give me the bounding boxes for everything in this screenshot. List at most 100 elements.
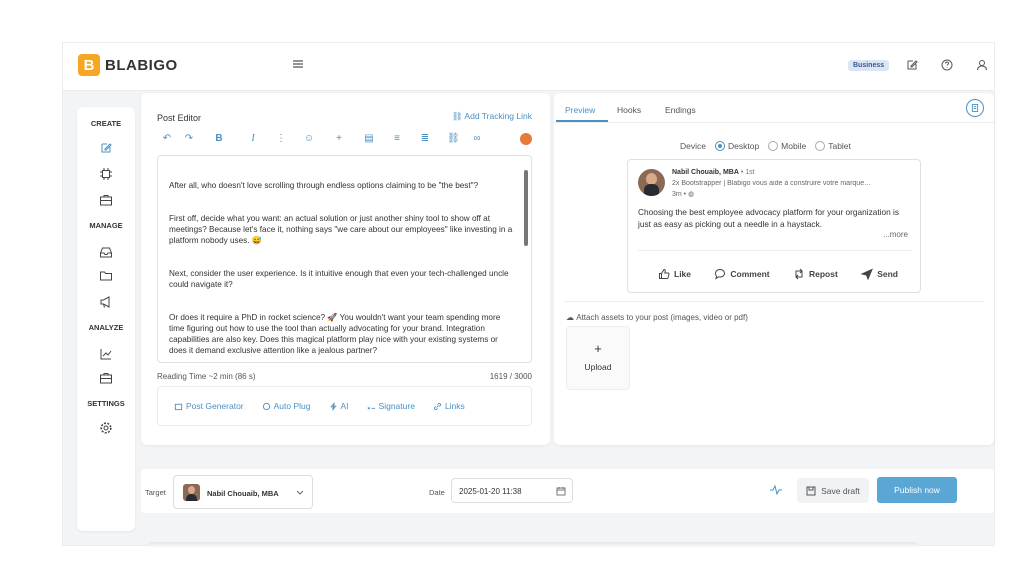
tool-label: Auto Plug xyxy=(273,401,311,411)
notes-icon[interactable] xyxy=(966,99,984,117)
undo-icon[interactable]: ↶ xyxy=(161,133,173,145)
editor-title: Post Editor xyxy=(157,113,202,123)
tab-preview[interactable]: Preview xyxy=(565,105,595,115)
target-value: Nabil Chouaib, MBA xyxy=(207,489,279,498)
avatar xyxy=(183,484,200,501)
app-window: B BLABIGO Business CREATE MANAGE ANALYZE… xyxy=(62,42,995,546)
italic-icon[interactable]: I xyxy=(247,133,259,145)
inbox-icon[interactable] xyxy=(99,245,113,259)
links-button[interactable]: Links xyxy=(433,401,465,411)
publish-now-button[interactable]: Publish now xyxy=(877,477,957,503)
auto-plug-button[interactable]: Auto Plug xyxy=(262,401,311,411)
chat-icon xyxy=(262,402,270,410)
briefcase-icon[interactable] xyxy=(99,371,113,385)
tab-endings[interactable]: Endings xyxy=(665,105,696,115)
post-content: After all, who doesn't love scrolling th… xyxy=(169,180,517,362)
logo[interactable]: B BLABIGO xyxy=(78,54,178,76)
menu-icon[interactable] xyxy=(291,57,305,71)
post-time: 3m • ◍ xyxy=(672,190,694,198)
radio-desktop[interactable] xyxy=(714,141,725,151)
preview-panel: Preview Hooks Endings Device Desktop Mob… xyxy=(554,93,994,445)
reading-time: Reading Time ~2 min (86 s) xyxy=(157,372,256,381)
device-option: Desktop xyxy=(727,141,760,151)
paragraph: After all, who doesn't love scrolling th… xyxy=(169,181,479,190)
date-input[interactable]: 2025-01-20 11:38 xyxy=(451,478,573,503)
avatar xyxy=(638,169,665,196)
link-icon[interactable]: ⛓ xyxy=(447,133,460,145)
divider xyxy=(564,301,984,302)
like-button[interactable]: Like xyxy=(658,268,691,280)
sidebar: CREATE MANAGE ANALYZE SETTINGS xyxy=(77,107,135,531)
add-tracking-link[interactable]: ⛓ Add Tracking Link xyxy=(452,111,532,122)
post-editor-panel: Post Editor ⛓ Add Tracking Link ↶ ↷ B I … xyxy=(141,93,550,445)
connection-degree: • 1st xyxy=(740,169,755,176)
logo-mark: B xyxy=(78,54,100,76)
counter-badge-icon[interactable] xyxy=(520,133,532,145)
help-icon[interactable] xyxy=(940,58,954,72)
ai-button[interactable]: AI xyxy=(329,401,349,411)
action-label: Like xyxy=(674,269,692,279)
send-button[interactable]: Send xyxy=(861,268,898,280)
link-icon xyxy=(433,402,441,410)
format-toolbar: ↶ ↷ B I ⋮ ☺ + ▤ ≡ ≣ ⛓ ∞ xyxy=(161,133,532,147)
plan-badge: Business xyxy=(848,60,890,71)
scrollbar[interactable] xyxy=(524,170,528,246)
bold-icon[interactable]: B xyxy=(213,133,225,145)
author-name: Nabil Chouaib, MBA xyxy=(672,169,739,176)
calendar-icon[interactable] xyxy=(556,486,566,496)
table-icon[interactable]: ▤ xyxy=(363,133,375,145)
post-generator-button[interactable]: Post Generator xyxy=(174,401,244,411)
add-icon[interactable]: + xyxy=(333,133,345,145)
emoji-icon[interactable]: ☺ xyxy=(303,133,315,145)
target-label: Target xyxy=(145,488,166,497)
folder-icon[interactable] xyxy=(99,269,113,283)
post-preview-card: Nabil Chouaib, MBA • 1st 2x Bootstrapper… xyxy=(627,159,921,293)
save-icon xyxy=(806,486,816,495)
author-line: Nabil Chouaib, MBA • 1st xyxy=(672,169,755,176)
save-draft-button[interactable]: Save draft xyxy=(797,478,869,503)
more-options-icon[interactable]: ⋮ xyxy=(275,133,287,145)
see-more-link[interactable]: ...more xyxy=(883,230,908,239)
user-icon[interactable] xyxy=(975,58,989,72)
sidebar-section-manage: MANAGE xyxy=(89,221,123,230)
paragraph: Or does it require a PhD in rocket scien… xyxy=(169,313,501,355)
chip-icon[interactable] xyxy=(99,167,113,181)
tracking-link-label: Add Tracking Link xyxy=(464,111,532,121)
bullet-list-icon[interactable]: ≡ xyxy=(391,133,403,145)
activity-icon[interactable] xyxy=(769,483,783,497)
author-headline: 2x Bootstrapper | Blabigo vous aide à co… xyxy=(672,180,872,187)
signature-button[interactable]: Signature xyxy=(367,401,415,411)
device-selector: Device Desktop Mobile Tablet xyxy=(680,141,851,151)
repost-button[interactable]: Repost xyxy=(793,268,838,280)
gear-icon[interactable] xyxy=(99,421,113,435)
top-bar: B BLABIGO Business xyxy=(63,43,994,91)
megaphone-icon[interactable] xyxy=(99,295,113,309)
publish-bar: Target Nabil Chouaib, MBA Date 2025-01-2… xyxy=(141,469,994,513)
sidebar-section-settings: SETTINGS xyxy=(87,399,125,408)
comment-button[interactable]: Comment xyxy=(714,268,770,280)
edit-icon[interactable] xyxy=(99,141,113,155)
target-select[interactable]: Nabil Chouaib, MBA xyxy=(173,475,313,509)
send-icon xyxy=(861,268,874,280)
app-name: BLABIGO xyxy=(105,56,178,74)
chart-icon[interactable] xyxy=(99,347,113,361)
radio-mobile[interactable] xyxy=(768,141,779,151)
editor-tools: Post Generator Auto Plug AI Signature Li… xyxy=(157,386,532,426)
compose-icon[interactable] xyxy=(905,58,919,72)
upload-label: Upload xyxy=(584,362,612,372)
tool-label: Post Generator xyxy=(186,401,244,411)
tab-divider xyxy=(554,122,994,123)
redo-icon[interactable]: ↷ xyxy=(183,133,195,145)
chevron-down-icon xyxy=(296,490,304,495)
radio-tablet[interactable] xyxy=(815,141,826,151)
numbered-list-icon[interactable]: ≣ xyxy=(419,133,431,145)
globe-icon: ◍ xyxy=(688,191,695,198)
tab-hooks[interactable]: Hooks xyxy=(617,105,641,115)
upload-button[interactable]: + Upload xyxy=(566,326,630,390)
divider xyxy=(638,250,912,251)
sidebar-section-create: CREATE xyxy=(90,119,122,128)
post-text-area[interactable]: After all, who doesn't love scrolling th… xyxy=(157,155,532,363)
briefcase-icon[interactable] xyxy=(99,193,113,207)
signature-icon xyxy=(367,406,375,410)
unlink-icon[interactable]: ∞ xyxy=(471,133,483,145)
